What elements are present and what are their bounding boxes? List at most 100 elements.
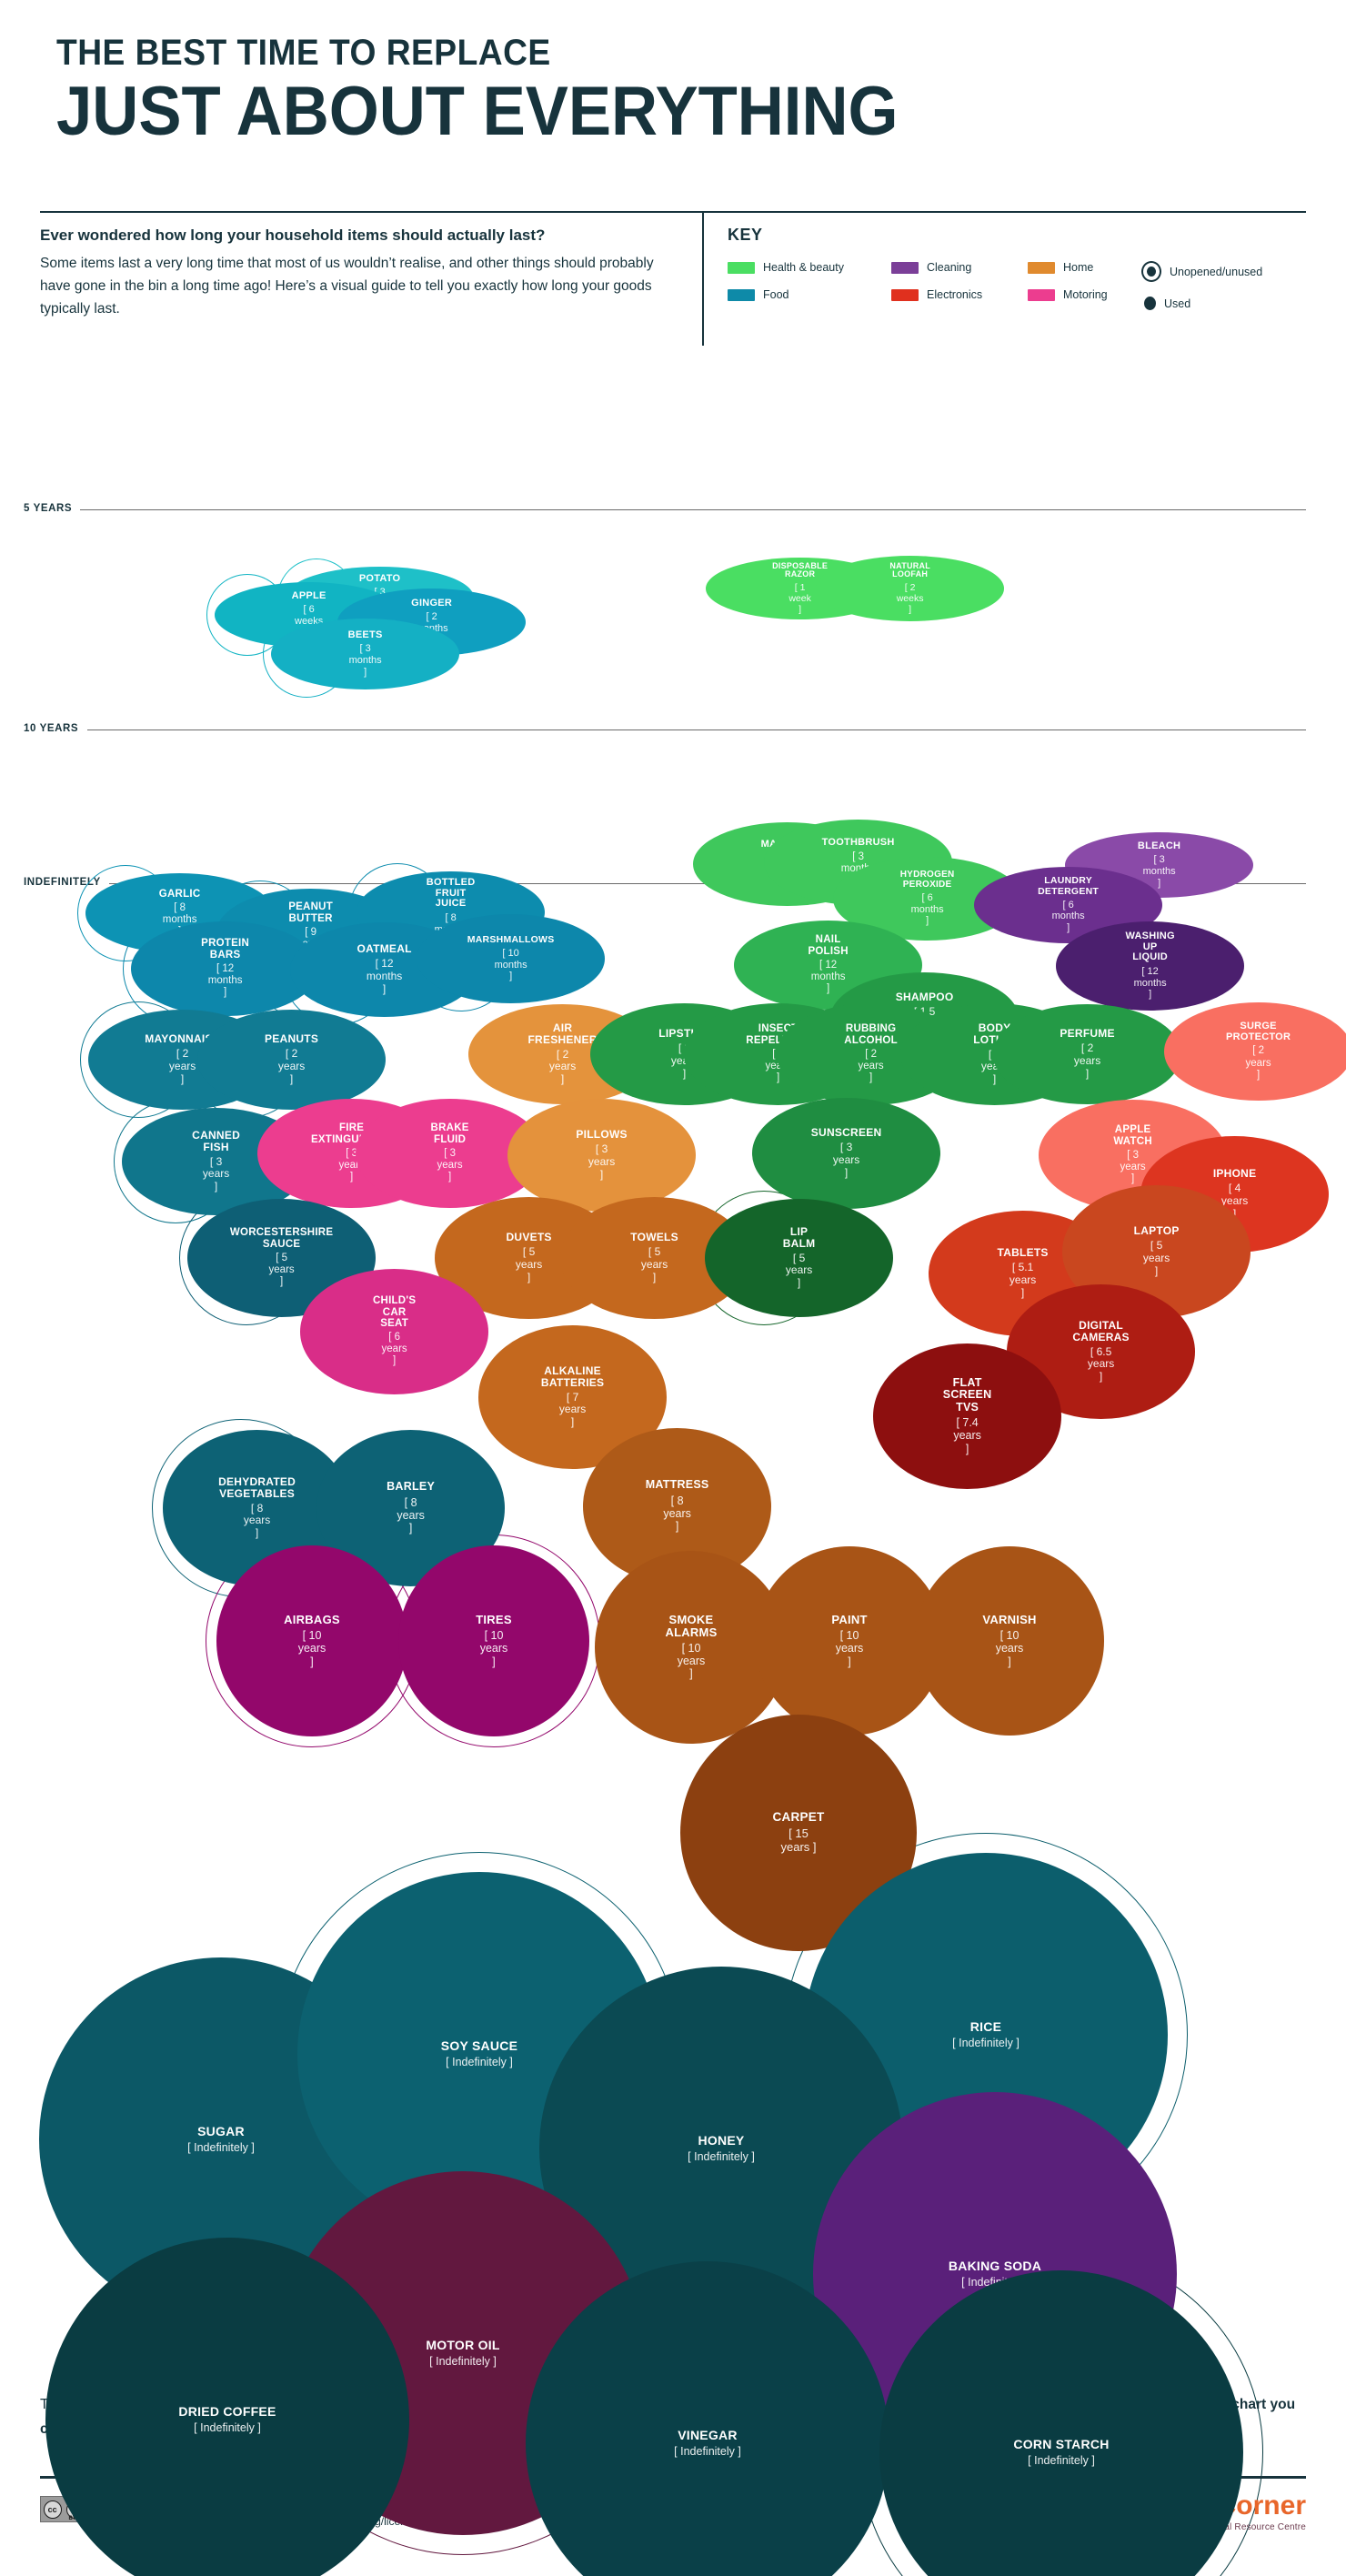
legend-item-motoring[interactable]: Motoring [1028,288,1141,301]
bubble-label: FLAT SCREEN TVS [942,1376,992,1414]
legend-column-1: Health & beauty Food [728,261,891,310]
legend-item-cleaning[interactable]: Cleaning [891,261,1028,274]
bubble-perfume[interactable]: PERFUME[ 2 years ] [993,1004,1182,1104]
bubble-label: PROTEIN BARS [201,938,250,961]
bubble-label: BAKING SODA [948,2258,1042,2273]
bubble-value: [ 1 week ] [789,581,811,616]
bubble-varnish[interactable]: VARNISH[ 10 years ] [915,1546,1104,1736]
bubble-value: [ Indefinitely ] [674,2444,741,2458]
legend-item-health-beauty[interactable]: Health & beauty [728,261,891,274]
bubble-label: DEHYDRATED VEGETABLES [218,1475,296,1500]
bubble-label: SHAMPOO [895,991,954,1004]
bubble-label: VINEGAR [678,2427,738,2442]
bubble-label: BOTTLED FRUIT JUICE [426,877,476,910]
bubble-label: PAINT [831,1613,868,1627]
intro-body: Some items last a very long time that mo… [40,255,654,317]
bubble-value: [ 3 months ] [348,643,382,678]
bubble-label: PILLOWS [576,1128,628,1142]
bubble-label: SUGAR [197,2123,245,2138]
legend-label: Electronics [927,288,983,301]
bubble-airbags[interactable]: AIRBAGS[ 10 years ] [216,1545,407,1736]
legend-item-food[interactable]: Food [728,288,891,301]
legend-swatch [891,261,919,274]
bubble-value: [ Indefinitely ] [187,2140,255,2154]
bubble-label: BRAKE FLUID [430,1122,469,1145]
bubble-value: [ 2 years ] [168,1047,196,1085]
bubble-label: CHILD'S CAR SEAT [372,1295,417,1329]
bubble-label: OATMEAL [357,942,412,956]
bubble-value: [ Indefinitely ] [194,2420,261,2434]
bubble-label: CORN STARCH [1013,2436,1110,2451]
bubble-label: BLEACH [1137,840,1181,851]
bubble-label: SOY SAUCE [440,2038,518,2053]
bubble-label: HYDROGEN PEROXIDE [899,869,955,890]
bubble-value: [ Indefinitely ] [688,2149,755,2163]
used-marker-icon [1144,297,1156,310]
legend-label: Unopened/unused [1170,265,1263,278]
bubble-washing-up-liquid[interactable]: WASHING UP LIQUID[ 12 months ] [1056,921,1245,1011]
bubble-value: [ 8 years ] [663,1494,691,1534]
legend-item-electronics[interactable]: Electronics [891,288,1028,301]
legend-state-used[interactable]: Used [1141,297,1291,310]
bubble-label: WORCESTERSHIRE SAUCE [229,1227,334,1250]
bubble-surge-protector[interactable]: SURGE PROTECTOR [ 2 years ] [1164,1002,1346,1101]
legend-label: Home [1063,261,1094,274]
bubble-value: [ 12 months ] [207,962,243,999]
bubble-pillows[interactable]: PILLOWS[ 3 years ] [507,1099,697,1212]
bubble-label: MOTOR OIL [426,2337,500,2352]
bubble-value: [ 6 years ] [381,1331,407,1367]
bubble-label: HONEY [698,2132,745,2148]
bubble-label: NAIL POLISH [808,934,849,957]
bubble-natural-loofah[interactable]: NATURAL LOOFAH [ 2 weeks ] [816,556,1005,621]
bubble-tires[interactable]: TIRES[ 10 years ] [398,1545,589,1736]
bubble-beets[interactable]: BEETS [ 3 months ] [271,619,460,689]
bubble-value: [ 5 years ] [640,1245,668,1283]
bubble-marshmallows[interactable]: MARSHMALLOWS [ 10 months ] [417,914,606,1003]
bubble-label: TOWELS [630,1231,678,1244]
bubble-label: BARLEY [387,1480,436,1494]
bubble-value: [ 7 years ] [558,1390,587,1429]
bubble-label: CANNED FISH [192,1129,241,1153]
bubble-value: [ 8 years ] [243,1501,271,1540]
bubble-label: MARSHMALLOWS [467,933,555,945]
bubble-flat-screen-tvs[interactable]: FLAT SCREEN TVS[ 7.4 years ] [873,1343,1062,1489]
legend-label: Motoring [1063,288,1108,301]
intro-block: Ever wondered how long your household it… [40,226,677,320]
bubble-label: RUBBING ALCOHOL [844,1023,898,1046]
legend-item-home[interactable]: Home [1028,261,1141,274]
bubble-value: [ Indefinitely ] [1028,2453,1095,2467]
bubble-value: [ 7.4 years ] [953,1415,981,1455]
bubble-value: [ 5 years ] [1142,1239,1170,1277]
legend: KEY Health & beauty Food Cleaning Electroni… [728,226,1291,310]
bubble-value: [ 5.1 years ] [1009,1261,1037,1299]
bubble-value: [ Indefinitely ] [429,2354,497,2368]
bubble-label: BEETS [347,629,383,640]
bubble-label: RICE [969,2018,1002,2034]
legend-swatch [728,288,755,301]
legend-label: Food [763,288,789,301]
bubble-child-s-car-seat[interactable]: CHILD'S CAR SEAT[ 6 years ] [300,1269,489,1394]
legend-swatch [1028,288,1055,301]
legend-state-unopened-unused[interactable]: Unopened/unused [1141,261,1291,282]
bubble-value: [ 6 months ] [910,892,944,927]
bubble-peanuts[interactable]: PEANUTS[ 2 years ] [197,1010,387,1110]
bubble-label: LIP BALM [782,1225,816,1250]
bubble-value: [ 10 years ] [835,1628,864,1668]
bubble-label: TIRES [476,1613,512,1627]
bubble-value: [ 3 years ] [588,1142,616,1181]
bubble-sunscreen[interactable]: SUNSCREEN[ 3 years ] [752,1098,941,1209]
bubble-value: [ 10 months ] [494,948,527,982]
unopened-marker-icon [1141,261,1161,282]
bubble-label: GINGER [411,597,453,609]
bubble-label: VARNISH [982,1613,1037,1627]
bubble-lip-balm[interactable]: LIP BALM[ 5 years ] [705,1199,894,1317]
bubble-label: SURGE PROTECTOR [1226,1021,1291,1042]
bubble-value: [ 10 years ] [677,1641,706,1681]
bubble-label: APPLE [291,589,326,601]
intro-heading: Ever wondered how long your household it… [40,226,546,244]
bubble-label: PEANUT BUTTER [288,901,333,924]
bubble-label: IPHONE [1212,1167,1257,1181]
axis-label-1: 5 YEARS [24,503,73,514]
bubble-label: DIGITAL CAMERAS [1072,1319,1130,1343]
header-vertical-divider [702,211,704,346]
